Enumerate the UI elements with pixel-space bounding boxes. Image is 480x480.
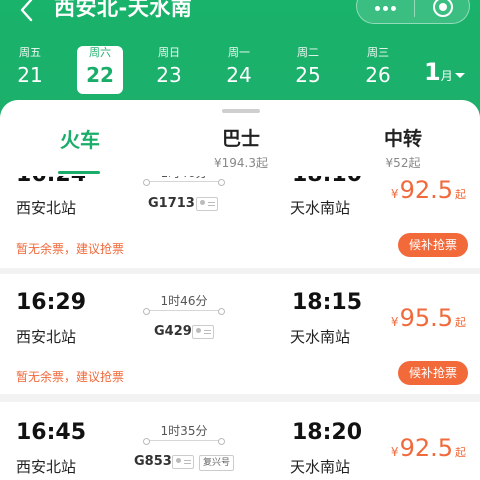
duration-line <box>143 438 225 445</box>
date-day: 25 <box>295 63 321 87</box>
date-weekday: 周三 <box>367 46 389 59</box>
date-weekday: 周日 <box>158 46 180 59</box>
date-item-selected[interactable]: 周六 22 <box>77 46 123 94</box>
train-number[interactable]: G1713 <box>148 196 195 211</box>
date-day: 24 <box>226 63 252 87</box>
train-number[interactable]: G429 <box>154 324 192 339</box>
tab-indicator <box>58 171 100 174</box>
date-day: 26 <box>365 63 391 87</box>
date-weekday: 周一 <box>228 46 250 59</box>
arrival-time: 18:15 <box>292 290 363 315</box>
duration-line <box>143 308 225 315</box>
price-suffix: 起 <box>455 446 466 459</box>
departure-time: 16:29 <box>16 290 87 315</box>
price-value: 92.5 <box>399 434 453 462</box>
date-weekday: 周六 <box>89 46 111 59</box>
date-item[interactable]: 周五 21 <box>0 46 60 94</box>
arrival-station: 天水南站 <box>290 199 351 217</box>
month-number: 1 <box>424 58 441 86</box>
duration-line <box>143 179 225 186</box>
back-button[interactable] <box>14 0 42 26</box>
fuxing-badge: 复兴号 <box>199 455 235 471</box>
duration: 1时46分 <box>160 294 208 308</box>
tab-title: 火车 <box>60 128 100 152</box>
date-day: 22 <box>86 63 114 87</box>
waitlist-button[interactable]: 候补抢票 <box>398 361 468 385</box>
drag-handle[interactable] <box>222 109 260 113</box>
chevron-left-icon <box>20 0 33 22</box>
train-card[interactable]: 16:45 1时35分 18:20 西安北站 G853 复兴号 天水南站 ¥92… <box>0 402 480 480</box>
tab-transfer[interactable]: 中转 ¥52起 <box>358 124 448 174</box>
departure-station: 西安北站 <box>16 458 77 476</box>
price: ¥92.5 起 <box>391 434 466 462</box>
page-title: 西安北-天水南 <box>54 0 193 20</box>
price-suffix: 起 <box>455 316 466 329</box>
currency-symbol: ¥ <box>390 315 399 329</box>
train-number[interactable]: G853 <box>134 454 172 469</box>
departure-time: 16:45 <box>16 420 87 445</box>
price: ¥95.5 起 <box>391 304 466 332</box>
ticket-status: 暂无余票，建议抢票 <box>16 242 125 256</box>
price-value: 92.5 <box>399 176 453 204</box>
date-day: 23 <box>156 63 182 87</box>
close-button[interactable] <box>415 0 471 25</box>
date-day: 21 <box>17 63 43 87</box>
month-picker[interactable]: 1月 <box>424 58 465 86</box>
date-item[interactable]: 周三 26 <box>348 46 408 94</box>
arrival-station: 天水南站 <box>290 458 351 476</box>
tab-train[interactable]: 火车 <box>40 124 120 174</box>
date-item[interactable]: 周二 25 <box>278 46 338 94</box>
tab-title: 巴士 <box>221 128 260 150</box>
price-value: 95.5 <box>399 304 453 332</box>
tab-subtitle: ¥194.3起 <box>214 156 268 170</box>
month-unit: 月 <box>440 69 453 83</box>
results-sheet: 火车 巴士 ¥194.3起 中转 ¥52起 16:24 1时46分 18:10 … <box>0 100 480 480</box>
ticket-status: 暂无余票，建议抢票 <box>16 370 125 384</box>
departure-station: 西安北站 <box>16 328 77 346</box>
arrival-time: 18:20 <box>292 420 363 445</box>
caret-down-icon <box>454 73 465 78</box>
mini-program-capsule <box>356 0 470 24</box>
price: ¥92.5 起 <box>391 176 466 204</box>
tab-subtitle: ¥52起 <box>385 156 421 170</box>
train-card[interactable]: 16:29 1时46分 18:15 西安北站 G429 天水南站 ¥95.5 起 … <box>0 274 480 394</box>
seat-info-icon <box>196 197 218 211</box>
date-item[interactable]: 周日 23 <box>139 46 199 94</box>
tab-title: 中转 <box>383 128 422 150</box>
waitlist-button[interactable]: 候补抢票 <box>398 233 468 257</box>
currency-symbol: ¥ <box>390 445 399 459</box>
duration: 1时35分 <box>160 424 208 438</box>
price-suffix: 起 <box>455 188 466 201</box>
currency-symbol: ¥ <box>390 187 399 201</box>
seat-info-icon <box>172 455 194 469</box>
date-weekday: 周二 <box>297 46 319 59</box>
arrival-station: 天水南站 <box>290 328 351 346</box>
tab-bus[interactable]: 巴士 ¥194.3起 <box>196 124 286 174</box>
date-item[interactable]: 周一 24 <box>209 46 269 94</box>
date-weekday: 周五 <box>19 46 41 59</box>
departure-station: 西安北站 <box>16 199 77 217</box>
seat-info-icon <box>192 325 214 339</box>
transport-tabs: 火车 巴士 ¥194.3起 中转 ¥52起 <box>0 100 480 176</box>
more-button[interactable] <box>357 0 413 25</box>
